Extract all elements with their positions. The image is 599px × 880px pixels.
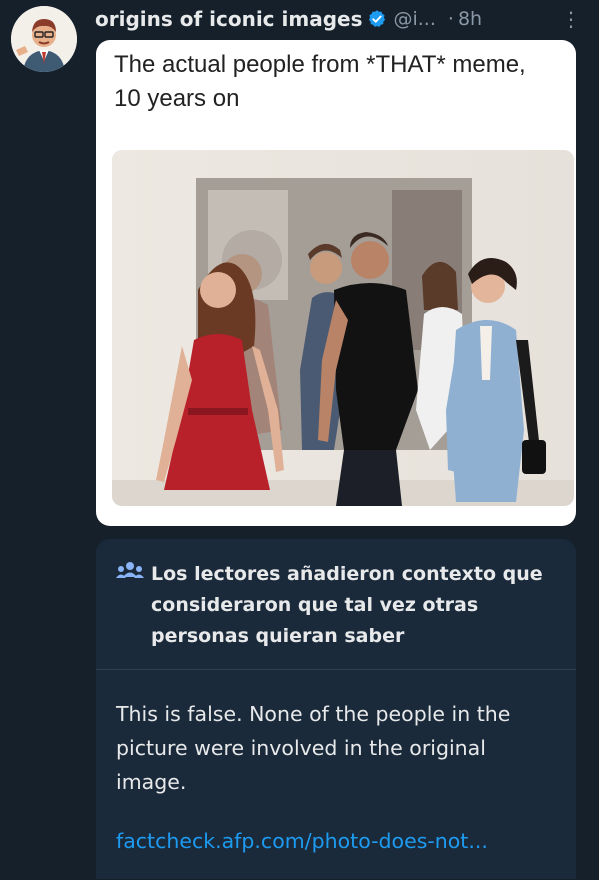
more-options-icon[interactable]: ⋮ (561, 9, 581, 29)
community-note-title: Los lectores añadieron contexto que cons… (151, 563, 543, 647)
community-note: Los lectores añadieron contexto que cons… (96, 539, 576, 879)
verified-badge-icon (369, 10, 386, 27)
tweet-content-card: The actual people from *THAT* meme, 10 y… (96, 40, 576, 526)
author-handle[interactable]: @i... (393, 8, 435, 30)
timestamp[interactable]: 8h (458, 8, 482, 30)
tweet-text: The actual people from *THAT* meme, 10 y… (114, 51, 526, 112)
community-note-source-link[interactable]: factcheck.afp.com/photo-does-not... (116, 829, 566, 853)
tweet-photo[interactable] (112, 150, 574, 506)
avatar[interactable] (11, 6, 77, 72)
author-name[interactable]: origins of iconic images (95, 7, 362, 31)
community-note-body: This is false. None of the people in the… (116, 702, 511, 794)
community-note-header: Los lectores añadieron contexto que cons… (96, 539, 576, 670)
tweet-header: origins of iconic images @i... · 8h ⋮ (95, 4, 589, 34)
community-notes-people-icon (116, 562, 144, 578)
separator-dot: · (447, 8, 454, 30)
